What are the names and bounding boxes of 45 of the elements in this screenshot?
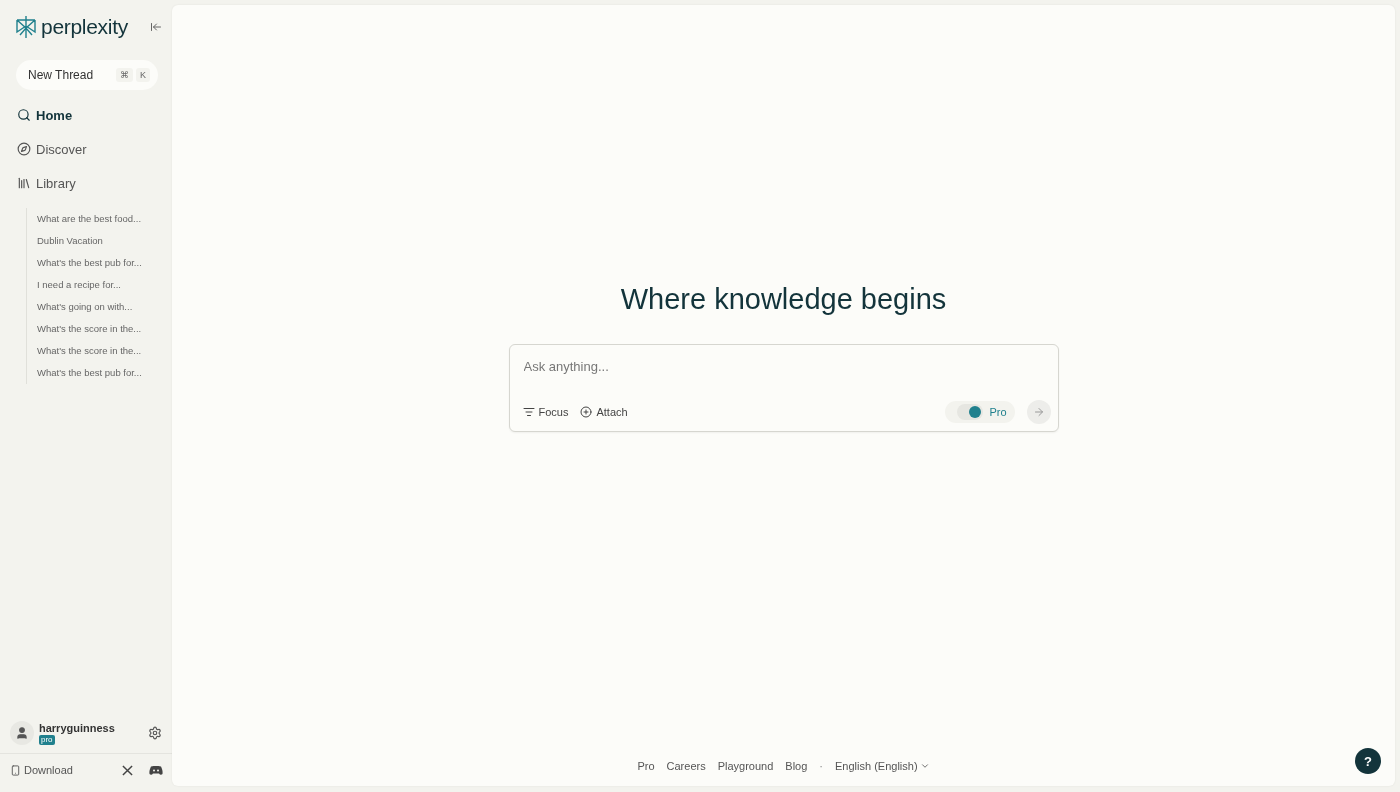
focus-button[interactable]: Focus <box>522 406 569 418</box>
download-link[interactable]: Download <box>10 764 116 776</box>
game-controller-icon[interactable] <box>149 764 163 776</box>
filter-icon <box>522 406 535 418</box>
library-thread-link[interactable]: What's the score in the... <box>37 322 172 336</box>
page-heading: Where knowledge begins <box>620 283 947 316</box>
search-icon <box>17 108 31 122</box>
pro-toggle[interactable]: Pro <box>945 401 1015 423</box>
chevron-down-icon <box>919 761 930 771</box>
pro-badge: pro <box>39 734 55 745</box>
username: harryguinness <box>39 721 115 734</box>
ask-field[interactable]: Ask anything... Focus Attach Pro <box>508 344 1059 432</box>
footer-link[interactable]: Playground <box>717 760 774 772</box>
help-button[interactable]: ? <box>1355 748 1381 774</box>
footer-link[interactable]: Blog <box>785 760 808 772</box>
compass-icon <box>17 142 31 156</box>
library-thread-link[interactable]: What's the score in the... <box>37 344 172 358</box>
shortcut-key: K <box>136 68 150 82</box>
shortcut-key: ⌘ <box>116 68 133 82</box>
attach-button[interactable]: Attach <box>580 406 628 418</box>
separator-dot: · <box>819 760 824 772</box>
collapse-icon[interactable] <box>150 21 162 33</box>
footer-link[interactable]: Careers <box>666 760 706 772</box>
language-selector[interactable]: English (English) <box>835 760 930 772</box>
nav-item[interactable]: Library <box>17 172 172 194</box>
library-thread-link[interactable]: I need a recipe for... <box>37 278 172 292</box>
nav-item[interactable]: Home <box>17 104 172 126</box>
logo-icon <box>15 15 37 39</box>
new-thread-button[interactable]: New Thread ⌘ K <box>16 60 158 90</box>
pro-switch[interactable] <box>957 404 984 420</box>
library-icon <box>17 176 31 190</box>
arrow-right-icon <box>1032 406 1045 418</box>
phone-icon <box>10 764 21 776</box>
library-thread-link[interactable]: What are the best food... <box>37 212 172 226</box>
library-thread-link[interactable]: What's going on with... <box>37 300 172 314</box>
settings-icon[interactable] <box>148 726 162 740</box>
nav-item[interactable]: Discover <box>17 138 172 160</box>
x-logo-icon[interactable] <box>122 764 133 776</box>
footer-link[interactable]: Pro <box>637 760 655 772</box>
logo-text: perplexity <box>41 15 128 39</box>
plus-circle-icon <box>580 406 593 418</box>
library-thread-link[interactable]: What's the best pub for... <box>37 366 172 380</box>
avatar[interactable] <box>10 721 34 745</box>
library-thread-link[interactable]: Dublin Vacation <box>37 234 172 248</box>
library-thread-link[interactable]: What's the best pub for... <box>37 256 172 270</box>
